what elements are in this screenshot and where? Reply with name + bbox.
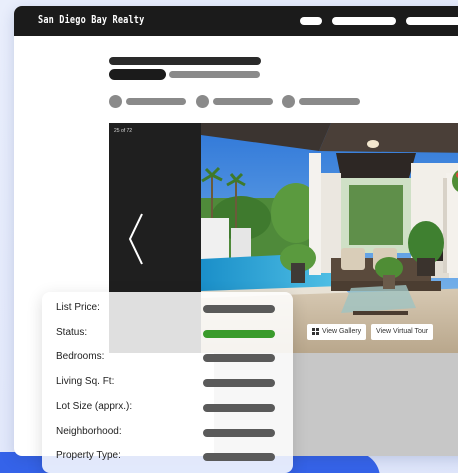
brand-logo[interactable]: San Diego Bay Realty xyxy=(38,13,144,26)
nav-item-placeholder-1[interactable] xyxy=(300,17,322,25)
detail-row-living-sq-ft: Living Sq. Ft: xyxy=(56,376,281,390)
property-details-card: List Price: Status: Bedrooms: Living Sq.… xyxy=(42,292,293,473)
stat-text-placeholder xyxy=(126,98,186,105)
stat-text-placeholder xyxy=(213,98,273,105)
detail-value-placeholder xyxy=(203,305,275,313)
view-virtual-tour-label: View Virtual Tour xyxy=(376,328,429,335)
view-virtual-tour-button[interactable]: View Virtual Tour xyxy=(371,324,434,340)
detail-row-property-type: Property Type: xyxy=(56,450,281,464)
stat-icon-placeholder xyxy=(196,95,209,108)
listing-address-placeholder xyxy=(169,71,260,78)
grid-icon xyxy=(312,327,319,335)
view-gallery-button[interactable]: View Gallery xyxy=(307,324,367,340)
status-value-indicator xyxy=(203,330,275,338)
detail-label: Property Type: xyxy=(56,450,121,461)
detail-value-placeholder xyxy=(203,429,275,437)
detail-label: Lot Size (apprx.): xyxy=(56,401,133,412)
detail-row-status: Status: xyxy=(56,327,281,341)
listing-title-placeholder xyxy=(109,57,261,65)
nav-item-placeholder-2[interactable] xyxy=(332,17,396,25)
detail-row-neighborhood: Neighborhood: xyxy=(56,426,281,440)
detail-label: Bedrooms: xyxy=(56,351,105,362)
nav-item-placeholder-3[interactable] xyxy=(406,17,458,25)
photo-counter: 25 of 72 xyxy=(114,128,133,134)
detail-value-placeholder xyxy=(203,354,275,362)
detail-value-placeholder xyxy=(203,379,275,387)
detail-label: Status: xyxy=(56,327,88,338)
site-header: San Diego Bay Realty xyxy=(14,6,458,36)
view-gallery-label: View Gallery xyxy=(322,328,362,335)
listing-price-placeholder xyxy=(109,69,166,80)
detail-label: List Price: xyxy=(56,302,100,313)
chevron-left-icon[interactable] xyxy=(126,211,148,267)
detail-row-list-price: List Price: xyxy=(56,302,281,316)
stat-text-placeholder xyxy=(299,98,360,105)
detail-value-placeholder xyxy=(203,453,275,461)
detail-label: Living Sq. Ft: xyxy=(56,376,115,387)
detail-value-placeholder xyxy=(203,404,275,412)
stat-icon-placeholder xyxy=(109,95,122,108)
detail-row-lot-size: Lot Size (apprx.): xyxy=(56,401,281,415)
stat-icon-placeholder xyxy=(282,95,295,108)
detail-row-bedrooms: Bedrooms: xyxy=(56,351,281,365)
detail-label: Neighborhood: xyxy=(56,426,122,437)
